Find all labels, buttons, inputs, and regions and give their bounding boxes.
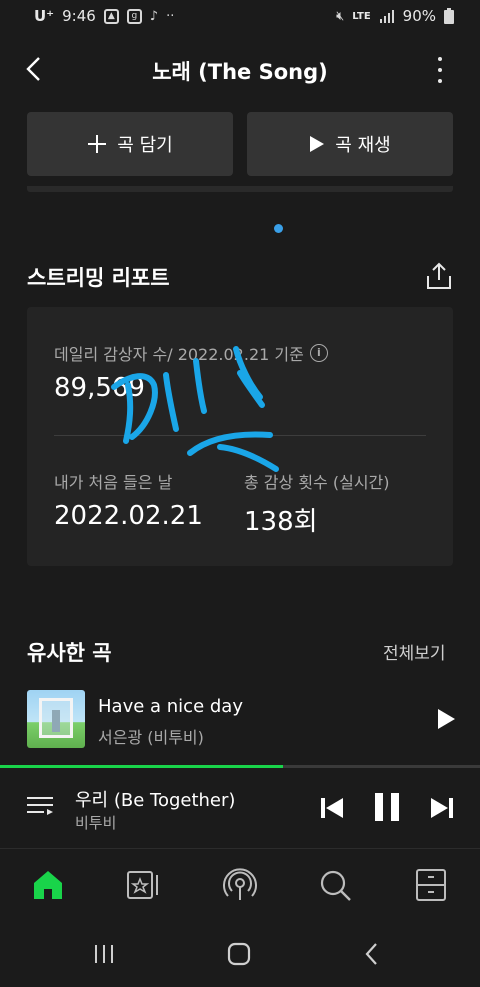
status-bar: U⁺ 9:46 ▲ g ♪ ·· 🔇︎ LTE 90% (0, 0, 480, 34)
play-icon (310, 136, 325, 152)
similar-song-artist: 서은광 (비투비) (98, 728, 204, 747)
card-divider (54, 435, 426, 436)
more-notifications-icon: ·· (166, 8, 175, 24)
network-label: LTE (352, 10, 371, 22)
daily-listeners-label: 데일리 감상자 수/ 2022.02.21 기준 i (54, 341, 328, 365)
similar-song-row[interactable]: Have a nice day 서은광 (비투비) (0, 686, 480, 756)
similar-songs-title: 유사한 곡 (27, 641, 112, 665)
system-navigation-bar (0, 921, 480, 987)
play-icon[interactable] (436, 708, 456, 730)
page-indicator-dot (274, 224, 283, 233)
locker-icon[interactable] (411, 865, 451, 905)
library-icon[interactable] (123, 865, 163, 905)
play-song-label: 곡 재생 (335, 135, 391, 156)
total-plays-value: 138회 (244, 507, 318, 537)
mute-icon: 🔇︎ (336, 8, 345, 24)
time-label: 9:46 (62, 7, 96, 25)
recent-apps-icon[interactable] (90, 941, 120, 967)
playlist-icon[interactable] (26, 792, 54, 820)
next-track-icon[interactable] (430, 796, 454, 820)
home-button-icon[interactable] (224, 941, 254, 967)
gallery-icon: ▲ (103, 8, 119, 24)
status-left: U⁺ 9:46 ▲ g ♪ ·· (34, 7, 174, 25)
now-playing-title: 우리 (Be Together) (75, 790, 236, 811)
podcast-icon[interactable] (220, 865, 260, 905)
more-options-icon[interactable] (428, 54, 452, 86)
header: 노래 (The Song) (0, 40, 480, 100)
report-title: 스트리밍 리포트 (27, 266, 170, 290)
home-icon[interactable] (28, 865, 68, 905)
similar-song-title: Have a nice day (98, 696, 243, 717)
carrier-label: U⁺ (34, 7, 55, 25)
status-right: 🔇︎ LTE 90% (336, 7, 454, 25)
report-card: 데일리 감상자 수/ 2022.02.21 기준 i 89,569 내가 처음 … (27, 307, 453, 566)
daily-listeners-text: 데일리 감상자 수/ 2022.02.21 기준 (54, 345, 304, 364)
previous-track-icon[interactable] (320, 796, 344, 820)
total-plays-label: 총 감상 횟수 (실시간) (244, 473, 390, 492)
add-song-label: 곡 담기 (117, 135, 173, 156)
mini-player[interactable]: 우리 (Be Together) 비투비 (0, 768, 480, 848)
music-app-icon: ♪ (149, 8, 159, 24)
battery-label: 90% (402, 7, 436, 25)
play-song-button[interactable]: 곡 재생 (247, 112, 453, 176)
search-icon[interactable] (315, 865, 355, 905)
daily-listeners-value: 89,569 (54, 373, 145, 403)
battery-icon (444, 8, 454, 24)
bottom-navigation (0, 849, 480, 921)
notification-g-icon: g (126, 8, 142, 24)
album-art (27, 690, 85, 748)
now-playing-artist: 비투비 (75, 814, 117, 832)
view-all-link[interactable]: 전체보기 (383, 639, 446, 664)
info-icon[interactable]: i (309, 344, 328, 362)
add-song-button[interactable]: 곡 담기 (27, 112, 233, 176)
plus-icon (88, 135, 107, 153)
page-title: 노래 (The Song) (152, 60, 328, 84)
content-divider (27, 186, 453, 192)
system-back-icon[interactable] (358, 941, 388, 967)
signal-icon (379, 10, 394, 23)
first-listen-value: 2022.02.21 (54, 501, 203, 531)
pause-icon[interactable] (374, 792, 400, 822)
first-listen-label: 내가 처음 들은 날 (54, 473, 173, 492)
share-icon[interactable] (426, 262, 452, 290)
